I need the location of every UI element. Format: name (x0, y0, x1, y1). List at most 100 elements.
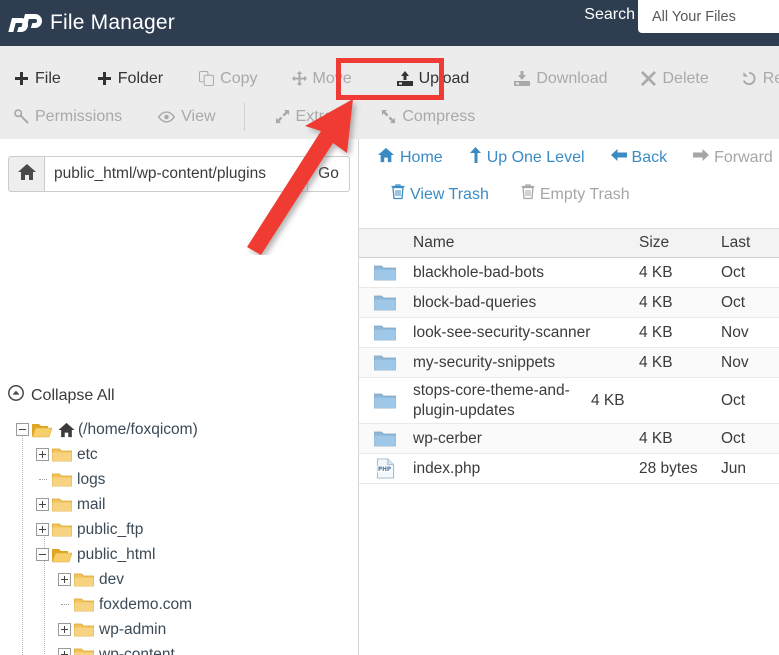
folder-icon (359, 354, 411, 372)
file-size: 28 bytes (639, 460, 721, 478)
compress-button[interactable]: Compress (379, 104, 477, 130)
table-row[interactable]: block-bad-queries 4 KB Oct (359, 288, 779, 318)
plus-icon (14, 71, 29, 86)
column-header-name[interactable]: Name (411, 233, 639, 252)
tree-node-public-html[interactable]: public_html (8, 542, 353, 567)
extract-button[interactable]: Extract (273, 104, 348, 130)
tree-node-wp-content[interactable]: wp-content (8, 642, 353, 655)
upload-button[interactable]: Upload (395, 66, 472, 92)
folder-icon (52, 447, 72, 463)
nav-forward-button[interactable]: Forward (693, 148, 773, 167)
tree-node-label: public_html (77, 546, 155, 564)
file-manager-window: File Manager Search All Your Files File (0, 0, 779, 655)
file-modified: Nov (721, 354, 779, 372)
file-modified: Oct (721, 430, 779, 448)
tree-expander-icon[interactable] (58, 573, 71, 586)
download-button[interactable]: Download (512, 66, 609, 92)
tree-expander-icon[interactable] (16, 423, 29, 436)
table-row[interactable]: look-see-security-scanner 4 KB Nov (359, 318, 779, 348)
file-name: block-bad-queries (411, 293, 639, 312)
empty-trash-button[interactable]: Empty Trash (521, 184, 630, 205)
tree-node-logs[interactable]: logs (8, 467, 353, 492)
tree-leaf-connector-icon (58, 598, 71, 611)
compress-label: Compress (402, 108, 475, 126)
column-header-size[interactable]: Size (639, 234, 721, 252)
tree-expander-icon[interactable] (58, 648, 71, 655)
restore-button[interactable]: Restore (739, 66, 779, 92)
tree-node-label: logs (77, 471, 105, 489)
path-input[interactable]: public_html/wp-content/plugins (44, 156, 308, 192)
folder-icon (359, 294, 411, 312)
tree-node-dev[interactable]: dev (8, 567, 353, 592)
file-modified: Oct (721, 392, 779, 410)
new-file-button[interactable]: File (12, 66, 63, 92)
copy-icon (199, 71, 214, 86)
tree-node-wp-admin[interactable]: wp-admin (8, 617, 353, 642)
tree-node-label: etc (77, 446, 98, 464)
tree-node-label: dev (99, 571, 124, 589)
file-name: stops-core-theme-and-plugin-updates (411, 381, 591, 420)
tree-node-root[interactable]: (/home/foxqicom) (8, 417, 353, 442)
tree-node-public-ftp[interactable]: public_ftp (8, 517, 353, 542)
folder-icon (74, 647, 94, 655)
nav-up-one-level-button[interactable]: Up One Level (469, 147, 585, 168)
wrench-icon (14, 109, 29, 124)
tree-node-mail[interactable]: mail (8, 492, 353, 517)
tree-node-foxdemo-com[interactable]: foxdemo.com (8, 592, 353, 617)
table-row[interactable]: stops-core-theme-and-plugin-updates 4 KB… (359, 378, 779, 424)
view-button[interactable]: View (156, 104, 217, 130)
move-icon (292, 71, 307, 86)
new-folder-label: Folder (118, 70, 163, 88)
toolbar-row-secondary: Permissions View (0, 94, 779, 139)
times-icon (641, 71, 656, 86)
trash-icon (521, 184, 535, 205)
svg-text:PHP: PHP (377, 467, 390, 473)
copy-label: Copy (220, 70, 257, 88)
table-row[interactable]: wp-cerber 4 KB Oct (359, 424, 779, 454)
collapse-all-label: Collapse All (31, 387, 115, 405)
navigation-row-primary: Home Up One Level (367, 139, 779, 176)
home-icon (377, 147, 395, 168)
copy-button[interactable]: Copy (197, 66, 259, 92)
file-modified: Nov (721, 324, 779, 342)
tree-node-label: foxdemo.com (99, 596, 192, 614)
new-file-label: File (35, 70, 61, 88)
move-button[interactable]: Move (290, 66, 354, 92)
search-scope-dropdown[interactable]: All Your Files (638, 0, 779, 33)
tree-expander-icon[interactable] (36, 498, 49, 511)
nav-back-button[interactable]: Back (611, 148, 668, 167)
delete-button[interactable]: Delete (639, 66, 710, 92)
go-button[interactable]: Go (308, 156, 350, 192)
file-modified: Jun (721, 460, 779, 478)
directory-tree: (/home/foxqicom) etc (8, 417, 353, 655)
new-folder-button[interactable]: Folder (95, 66, 165, 92)
collapse-icon (8, 385, 24, 406)
tree-expander-icon[interactable] (36, 523, 49, 536)
table-row[interactable]: blackhole-bad-bots 4 KB Oct (359, 258, 779, 288)
file-size: 4 KB (591, 392, 721, 410)
view-trash-label: View Trash (410, 186, 489, 204)
file-size: 4 KB (639, 264, 721, 282)
nav-home-button[interactable]: Home (377, 147, 443, 168)
nav-forward-label: Forward (714, 149, 773, 167)
empty-trash-label: Empty Trash (540, 186, 630, 204)
table-row[interactable]: my-security-snippets 4 KB Nov (359, 348, 779, 378)
collapse-all-button[interactable]: Collapse All (8, 385, 115, 406)
path-bar: public_html/wp-content/plugins Go (8, 156, 350, 192)
tree-expander-icon[interactable] (36, 548, 49, 561)
column-header-last-modified[interactable]: Last (721, 234, 779, 252)
table-header-row: Name Size Last (359, 228, 779, 258)
tree-expander-icon[interactable] (58, 623, 71, 636)
folder-icon (52, 497, 72, 513)
permissions-button[interactable]: Permissions (12, 104, 124, 130)
path-home-button[interactable] (8, 156, 44, 192)
upload-icon (397, 71, 413, 86)
file-name: look-see-security-scanner (411, 323, 639, 342)
tree-expander-icon[interactable] (36, 448, 49, 461)
tree-node-etc[interactable]: etc (8, 442, 353, 467)
folder-icon (52, 522, 72, 538)
view-trash-button[interactable]: View Trash (391, 184, 489, 205)
table-row[interactable]: PHP index.php 28 bytes Jun (359, 454, 779, 484)
move-label: Move (313, 70, 352, 88)
toolbar-divider-secondary (244, 103, 245, 131)
